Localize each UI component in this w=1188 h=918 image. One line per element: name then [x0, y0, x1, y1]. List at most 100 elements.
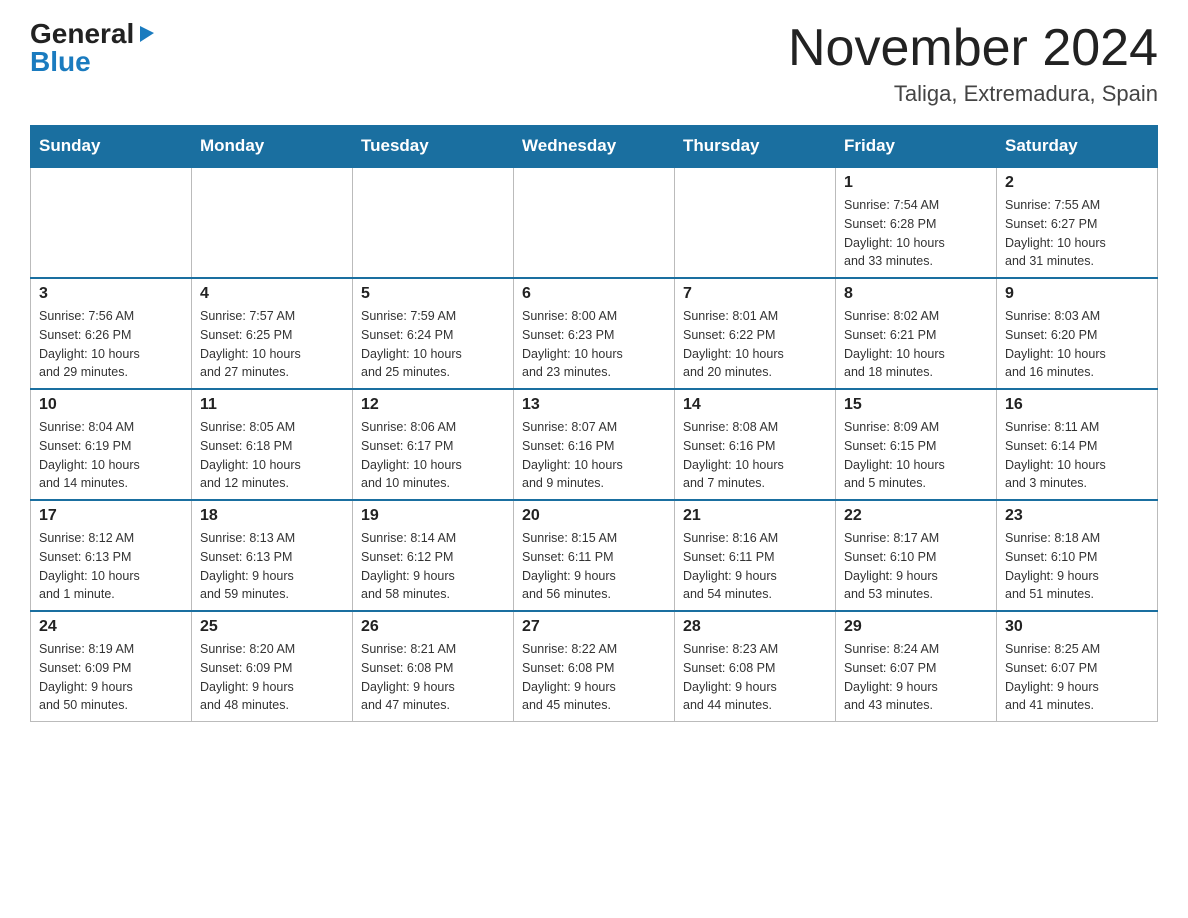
day-number: 3 [39, 285, 183, 303]
calendar-cell: 3 Sunrise: 7:56 AMSunset: 6:26 PMDaylight… [31, 278, 192, 389]
day-info: Sunrise: 8:23 AMSunset: 6:08 PMDaylight:… [683, 640, 827, 715]
calendar-cell: 13 Sunrise: 8:07 AMSunset: 6:16 PMDayligh… [514, 389, 675, 500]
calendar-cell: 2 Sunrise: 7:55 AMSunset: 6:27 PMDaylight… [997, 167, 1158, 278]
weekday-header-saturday: Saturday [997, 126, 1158, 168]
day-info: Sunrise: 8:07 AMSunset: 6:16 PMDaylight:… [522, 418, 666, 493]
day-info: Sunrise: 8:11 AMSunset: 6:14 PMDaylight:… [1005, 418, 1149, 493]
day-number: 9 [1005, 285, 1149, 303]
calendar-cell: 30 Sunrise: 8:25 AMSunset: 6:07 PMDayligh… [997, 611, 1158, 722]
day-number: 2 [1005, 174, 1149, 192]
calendar-cell: 6Sunrise: 8:00 AMSunset: 6:23 PMDaylight… [514, 278, 675, 389]
day-number: 30 [1005, 618, 1149, 636]
calendar-cell: 26Sunrise: 8:21 AMSunset: 6:08 PMDayligh… [353, 611, 514, 722]
day-number: 7 [683, 285, 827, 303]
logo-general: General [30, 20, 134, 48]
day-number: 23 [1005, 507, 1149, 525]
calendar-cell: 12Sunrise: 8:06 AMSunset: 6:17 PMDayligh… [353, 389, 514, 500]
weekday-header-friday: Friday [836, 126, 997, 168]
calendar-cell: 15 Sunrise: 8:09 AMSunset: 6:15 PMDayligh… [836, 389, 997, 500]
calendar-cell: 4 Sunrise: 7:57 AMSunset: 6:25 PMDaylight… [192, 278, 353, 389]
calendar-subtitle: Taliga, Extremadura, Spain [788, 81, 1158, 107]
calendar-cell: 27Sunrise: 8:22 AMSunset: 6:08 PMDayligh… [514, 611, 675, 722]
day-info: Sunrise: 8:19 AMSunset: 6:09 PMDaylight:… [39, 640, 183, 715]
day-info: Sunrise: 8:21 AMSunset: 6:08 PMDaylight:… [361, 640, 505, 715]
calendar-cell: 29Sunrise: 8:24 AMSunset: 6:07 PMDayligh… [836, 611, 997, 722]
weekday-header-sunday: Sunday [31, 126, 192, 168]
day-info: Sunrise: 8:00 AMSunset: 6:23 PMDaylight:… [522, 307, 666, 382]
day-info: Sunrise: 7:54 AMSunset: 6:28 PMDaylight:… [844, 196, 988, 271]
day-info: Sunrise: 7:59 AMSunset: 6:24 PMDaylight:… [361, 307, 505, 382]
title-area: November 2024 Taliga, Extremadura, Spain [788, 20, 1158, 107]
day-number: 14 [683, 396, 827, 414]
day-info: Sunrise: 7:56 AMSunset: 6:26 PMDaylight:… [39, 307, 183, 382]
day-info: Sunrise: 8:03 AMSunset: 6:20 PMDaylight:… [1005, 307, 1149, 382]
calendar-cell: 9 Sunrise: 8:03 AMSunset: 6:20 PMDaylight… [997, 278, 1158, 389]
calendar-cell: 17 Sunrise: 8:12 AMSunset: 6:13 PMDayligh… [31, 500, 192, 611]
day-number: 28 [683, 618, 827, 636]
calendar-table: SundayMondayTuesdayWednesdayThursdayFrid… [30, 125, 1158, 722]
day-info: Sunrise: 8:09 AMSunset: 6:15 PMDaylight:… [844, 418, 988, 493]
calendar-cell: 1 Sunrise: 7:54 AMSunset: 6:28 PMDaylight… [836, 167, 997, 278]
day-number: 27 [522, 618, 666, 636]
calendar-cell [514, 167, 675, 278]
calendar-cell [31, 167, 192, 278]
day-info: Sunrise: 8:25 AMSunset: 6:07 PMDaylight:… [1005, 640, 1149, 715]
day-info: Sunrise: 8:20 AMSunset: 6:09 PMDaylight:… [200, 640, 344, 715]
day-info: Sunrise: 8:18 AMSunset: 6:10 PMDaylight:… [1005, 529, 1149, 604]
day-number: 12 [361, 396, 505, 414]
day-info: Sunrise: 8:12 AMSunset: 6:13 PMDaylight:… [39, 529, 183, 604]
day-number: 24 [39, 618, 183, 636]
day-info: Sunrise: 8:15 AMSunset: 6:11 PMDaylight:… [522, 529, 666, 604]
day-number: 16 [1005, 396, 1149, 414]
page-header: General Blue November 2024 Taliga, Extre… [30, 20, 1158, 107]
day-number: 4 [200, 285, 344, 303]
logo-blue: Blue [30, 46, 91, 78]
calendar-cell: 14 Sunrise: 8:08 AMSunset: 6:16 PMDayligh… [675, 389, 836, 500]
day-info: Sunrise: 8:13 AMSunset: 6:13 PMDaylight:… [200, 529, 344, 604]
calendar-cell: 8Sunrise: 8:02 AMSunset: 6:21 PMDaylight… [836, 278, 997, 389]
day-number: 13 [522, 396, 666, 414]
day-info: Sunrise: 8:02 AMSunset: 6:21 PMDaylight:… [844, 307, 988, 382]
day-info: Sunrise: 7:55 AMSunset: 6:27 PMDaylight:… [1005, 196, 1149, 271]
day-info: Sunrise: 8:08 AMSunset: 6:16 PMDaylight:… [683, 418, 827, 493]
day-number: 10 [39, 396, 183, 414]
day-info: Sunrise: 7:57 AMSunset: 6:25 PMDaylight:… [200, 307, 344, 382]
calendar-cell: 23 Sunrise: 8:18 AMSunset: 6:10 PMDayligh… [997, 500, 1158, 611]
calendar-cell: 20 Sunrise: 8:15 AMSunset: 6:11 PMDayligh… [514, 500, 675, 611]
week-row-1: 1 Sunrise: 7:54 AMSunset: 6:28 PMDaylight… [31, 167, 1158, 278]
day-number: 18 [200, 507, 344, 525]
day-info: Sunrise: 8:01 AMSunset: 6:22 PMDaylight:… [683, 307, 827, 382]
day-info: Sunrise: 8:16 AMSunset: 6:11 PMDaylight:… [683, 529, 827, 604]
day-number: 17 [39, 507, 183, 525]
calendar-cell: 10Sunrise: 8:04 AMSunset: 6:19 PMDayligh… [31, 389, 192, 500]
weekday-header-thursday: Thursday [675, 126, 836, 168]
day-number: 1 [844, 174, 988, 192]
weekday-header-wednesday: Wednesday [514, 126, 675, 168]
calendar-cell: 5 Sunrise: 7:59 AMSunset: 6:24 PMDaylight… [353, 278, 514, 389]
calendar-cell: 22Sunrise: 8:17 AMSunset: 6:10 PMDayligh… [836, 500, 997, 611]
calendar-title: November 2024 [788, 20, 1158, 77]
logo: General Blue [30, 20, 158, 78]
calendar-cell: 28 Sunrise: 8:23 AMSunset: 6:08 PMDayligh… [675, 611, 836, 722]
calendar-cell: 25 Sunrise: 8:20 AMSunset: 6:09 PMDayligh… [192, 611, 353, 722]
day-number: 19 [361, 507, 505, 525]
weekday-header-row: SundayMondayTuesdayWednesdayThursdayFrid… [31, 126, 1158, 168]
week-row-5: 24 Sunrise: 8:19 AMSunset: 6:09 PMDayligh… [31, 611, 1158, 722]
week-row-2: 3 Sunrise: 7:56 AMSunset: 6:26 PMDaylight… [31, 278, 1158, 389]
day-info: Sunrise: 8:24 AMSunset: 6:07 PMDaylight:… [844, 640, 988, 715]
day-number: 15 [844, 396, 988, 414]
day-number: 22 [844, 507, 988, 525]
day-number: 25 [200, 618, 344, 636]
day-info: Sunrise: 8:14 AMSunset: 6:12 PMDaylight:… [361, 529, 505, 604]
calendar-cell: 21 Sunrise: 8:16 AMSunset: 6:11 PMDayligh… [675, 500, 836, 611]
day-number: 20 [522, 507, 666, 525]
day-number: 21 [683, 507, 827, 525]
calendar-cell: 16 Sunrise: 8:11 AMSunset: 6:14 PMDayligh… [997, 389, 1158, 500]
day-number: 5 [361, 285, 505, 303]
calendar-cell [353, 167, 514, 278]
day-number: 11 [200, 396, 344, 414]
weekday-header-tuesday: Tuesday [353, 126, 514, 168]
logo-triangle-icon [136, 22, 158, 44]
calendar-cell: 24 Sunrise: 8:19 AMSunset: 6:09 PMDayligh… [31, 611, 192, 722]
calendar-cell [192, 167, 353, 278]
